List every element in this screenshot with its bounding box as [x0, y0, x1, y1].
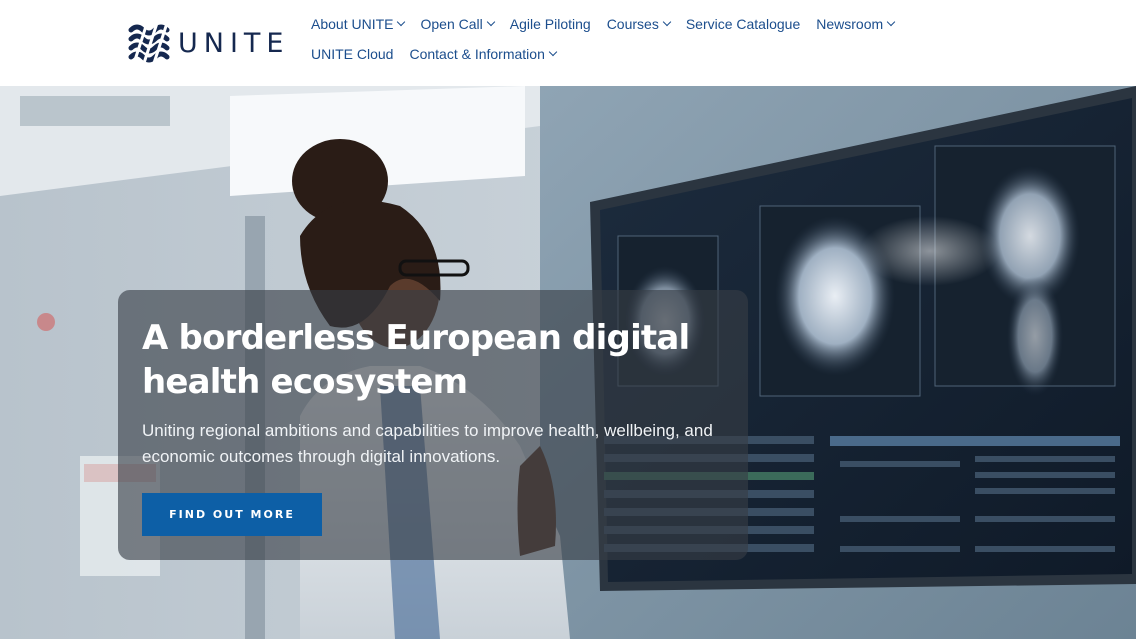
- site-header: UNITE About UNITE Open Call Agile Piloti…: [0, 0, 1136, 86]
- hero-section: A borderless European digital health eco…: [0, 86, 1136, 639]
- main-navigation: About UNITE Open Call Agile Piloting Cou…: [311, 14, 991, 64]
- nav-item-newsroom[interactable]: Newsroom: [816, 14, 896, 34]
- hero-title: A borderless European digital health eco…: [142, 318, 690, 402]
- nav-item-agile-piloting[interactable]: Agile Piloting: [510, 14, 591, 34]
- unite-logo-icon: [128, 22, 170, 64]
- find-out-more-button[interactable]: FIND OUT MORE: [142, 493, 322, 536]
- nav-item-label: Newsroom: [816, 16, 884, 32]
- site-logo[interactable]: UNITE: [127, 22, 289, 64]
- chevron-down-icon: [886, 17, 896, 27]
- nav-item-unite-cloud[interactable]: UNITE Cloud: [311, 44, 393, 64]
- chevron-down-icon: [548, 47, 558, 57]
- nav-item-contact-information[interactable]: Contact & Information: [409, 44, 558, 64]
- nav-item-open-call[interactable]: Open Call: [420, 14, 495, 34]
- hero-card: A borderless European digital health eco…: [118, 290, 748, 560]
- nav-item-label: Courses: [606, 16, 659, 32]
- nav-item-label: Agile Piloting: [509, 16, 591, 32]
- nav-item-label: Service Catalogue: [685, 16, 801, 32]
- nav-item-label: About UNITE: [311, 16, 394, 32]
- nav-item-service-catalogue[interactable]: Service Catalogue: [686, 14, 800, 34]
- nav-item-about-unite[interactable]: About UNITE: [311, 14, 406, 34]
- chevron-down-icon: [662, 17, 672, 27]
- hero-subtitle: Uniting regional ambitions and capabilit…: [142, 421, 713, 466]
- chevron-down-icon: [486, 17, 495, 27]
- nav-item-label: UNITE Cloud: [311, 46, 394, 62]
- nav-item-courses[interactable]: Courses: [606, 14, 672, 34]
- nav-item-label: Open Call: [420, 16, 483, 32]
- logo-wordmark: UNITE: [178, 27, 290, 59]
- chevron-down-icon: [397, 17, 406, 27]
- nav-item-label: Contact & Information: [409, 46, 545, 62]
